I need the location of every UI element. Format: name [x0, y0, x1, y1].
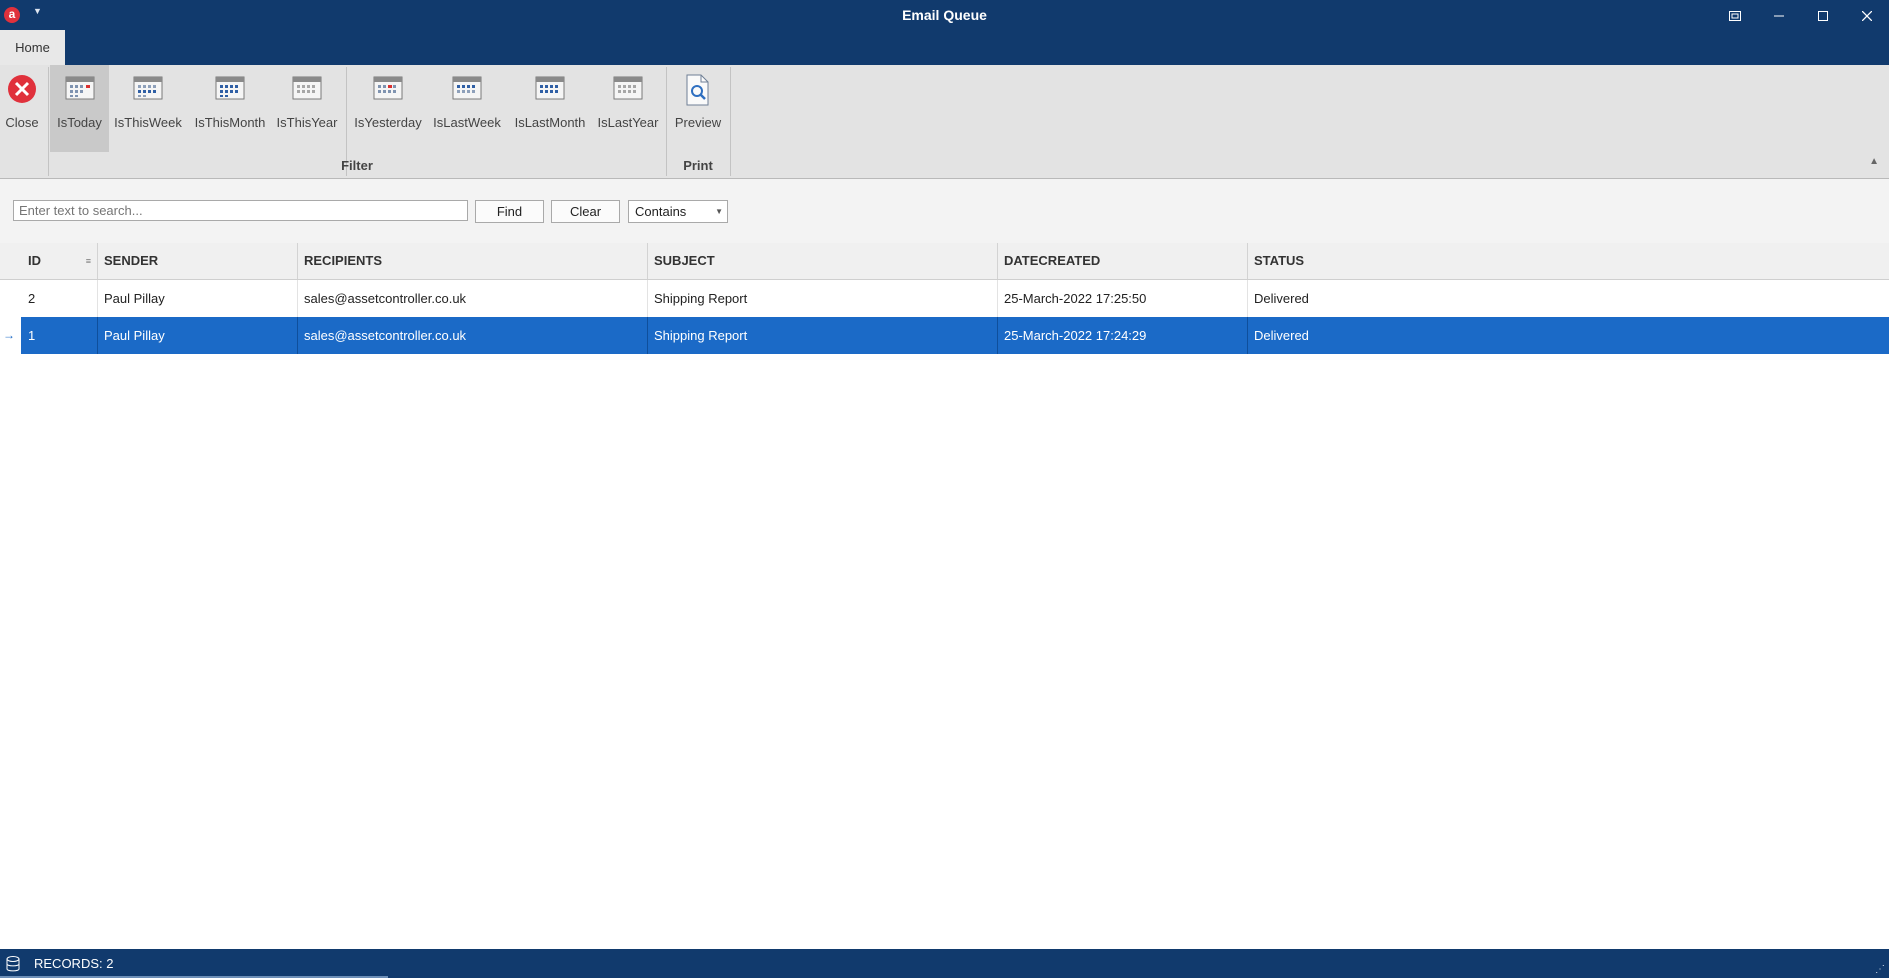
calendar-last-month-icon: [535, 76, 565, 100]
calendar-last-year-icon: [613, 76, 643, 100]
column-header-label: ID: [28, 253, 41, 268]
is-this-year-button[interactable]: IsThisYear: [274, 65, 340, 152]
preview-label: Preview: [674, 115, 722, 130]
cell-subject[interactable]: Shipping Report: [648, 280, 998, 317]
email-grid: ID ≡ SENDER RECIPIENTS SUBJECT DATECREAT…: [0, 243, 1889, 949]
find-button[interactable]: Find: [475, 200, 544, 223]
is-yesterday-label: IsYesterday: [354, 115, 422, 130]
column-header-status[interactable]: STATUS: [1248, 243, 1889, 279]
is-last-month-label: IsLastMonth: [514, 115, 586, 130]
is-last-year-label: IsLastYear: [597, 115, 659, 130]
status-bar: RECORDS: 2 ⋰: [0, 949, 1889, 978]
resize-grip-icon[interactable]: ⋰: [1875, 964, 1885, 975]
is-today-button[interactable]: IsToday: [50, 65, 109, 152]
cell-datecreated[interactable]: 25-March-2022 17:25:50: [998, 280, 1248, 317]
cell-recipients[interactable]: sales@assetcontroller.co.uk: [298, 317, 648, 354]
layout-icon: [1729, 10, 1741, 21]
search-input[interactable]: [13, 200, 468, 221]
print-preview-icon: [686, 74, 709, 106]
close-window-button[interactable]: [1845, 0, 1889, 30]
filter-group-label: Filter: [341, 158, 373, 173]
preview-button[interactable]: Preview: [670, 65, 726, 152]
ribbon-separator: [48, 67, 49, 176]
column-header-recipients[interactable]: RECIPIENTS: [298, 243, 648, 279]
calendar-month-icon: [215, 76, 245, 100]
is-last-week-label: IsLastWeek: [433, 115, 501, 130]
database-icon: [6, 956, 20, 972]
window-title: Email Queue: [902, 7, 987, 23]
calendar-yesterday-icon: [373, 76, 403, 100]
title-bar: a ▼ Email Queue: [0, 0, 1889, 30]
restore-layout-button[interactable]: [1713, 0, 1757, 30]
tab-home[interactable]: Home: [0, 30, 65, 65]
cell-subject[interactable]: Shipping Report: [648, 317, 998, 354]
close-button[interactable]: Close: [0, 65, 44, 152]
is-today-label: IsToday: [57, 115, 102, 130]
is-this-week-button[interactable]: IsThisWeek: [113, 65, 183, 152]
is-last-year-button[interactable]: IsLastYear: [596, 65, 660, 152]
column-header-id[interactable]: ID ≡: [22, 243, 98, 279]
close-circle-icon: [8, 75, 36, 103]
ribbon-separator: [730, 67, 731, 176]
maximize-icon: [1818, 10, 1828, 21]
calendar-today-icon: [65, 76, 94, 100]
is-last-week-button[interactable]: IsLastWeek: [432, 65, 502, 152]
ribbon-tab-strip: Home: [0, 30, 1889, 65]
column-header-datecreated[interactable]: DATECREATED: [998, 243, 1248, 279]
ribbon-separator: [666, 67, 667, 176]
maximize-button[interactable]: [1801, 0, 1845, 30]
close-icon: [1861, 10, 1873, 22]
cell-status[interactable]: Delivered: [1248, 317, 1889, 354]
sort-icon[interactable]: ≡: [86, 243, 91, 279]
is-last-month-button[interactable]: IsLastMonth: [510, 65, 590, 152]
close-button-label: Close: [5, 115, 39, 130]
table-row-selected[interactable]: → 1 Paul Pillay sales@assetcontroller.co…: [0, 317, 1889, 354]
row-indicator-arrow-icon: →: [0, 317, 21, 354]
column-header-sender[interactable]: SENDER: [98, 243, 298, 279]
cell-id[interactable]: 2: [22, 280, 98, 317]
is-this-month-label: IsThisMonth: [194, 115, 266, 130]
is-this-month-button[interactable]: IsThisMonth: [192, 65, 268, 152]
cell-recipients[interactable]: sales@assetcontroller.co.uk: [298, 280, 648, 317]
cell-sender[interactable]: Paul Pillay: [98, 280, 298, 317]
clear-button[interactable]: Clear: [551, 200, 620, 223]
cell-datecreated[interactable]: 25-March-2022 17:24:29: [998, 317, 1248, 354]
calendar-week-icon: [133, 76, 163, 100]
chevron-down-icon: ▼: [715, 207, 723, 216]
ribbon: Close IsToday IsThisWeek IsThisMonth IsT…: [0, 65, 1889, 179]
cell-sender[interactable]: Paul Pillay: [98, 317, 298, 354]
cell-status[interactable]: Delivered: [1248, 280, 1889, 317]
print-group-label: Print: [683, 158, 713, 173]
is-this-week-label: IsThisWeek: [114, 115, 182, 130]
cell-id[interactable]: 1: [22, 317, 98, 354]
minimize-icon: [1774, 15, 1784, 17]
calendar-year-icon: [292, 76, 322, 100]
is-yesterday-button[interactable]: IsYesterday: [352, 65, 424, 152]
match-mode-value: Contains: [635, 204, 687, 219]
records-count: RECORDS: 2: [34, 956, 114, 971]
table-row[interactable]: 2 Paul Pillay sales@assetcontroller.co.u…: [0, 280, 1889, 317]
column-header-subject[interactable]: SUBJECT: [648, 243, 998, 279]
collapse-ribbon-icon[interactable]: ▲: [1869, 156, 1879, 167]
is-this-year-label: IsThisYear: [276, 115, 338, 130]
calendar-last-week-icon: [452, 76, 482, 100]
grid-header: ID ≡ SENDER RECIPIENTS SUBJECT DATECREAT…: [0, 243, 1889, 280]
minimize-button[interactable]: [1757, 0, 1801, 30]
match-mode-select[interactable]: Contains ▼: [628, 200, 728, 223]
